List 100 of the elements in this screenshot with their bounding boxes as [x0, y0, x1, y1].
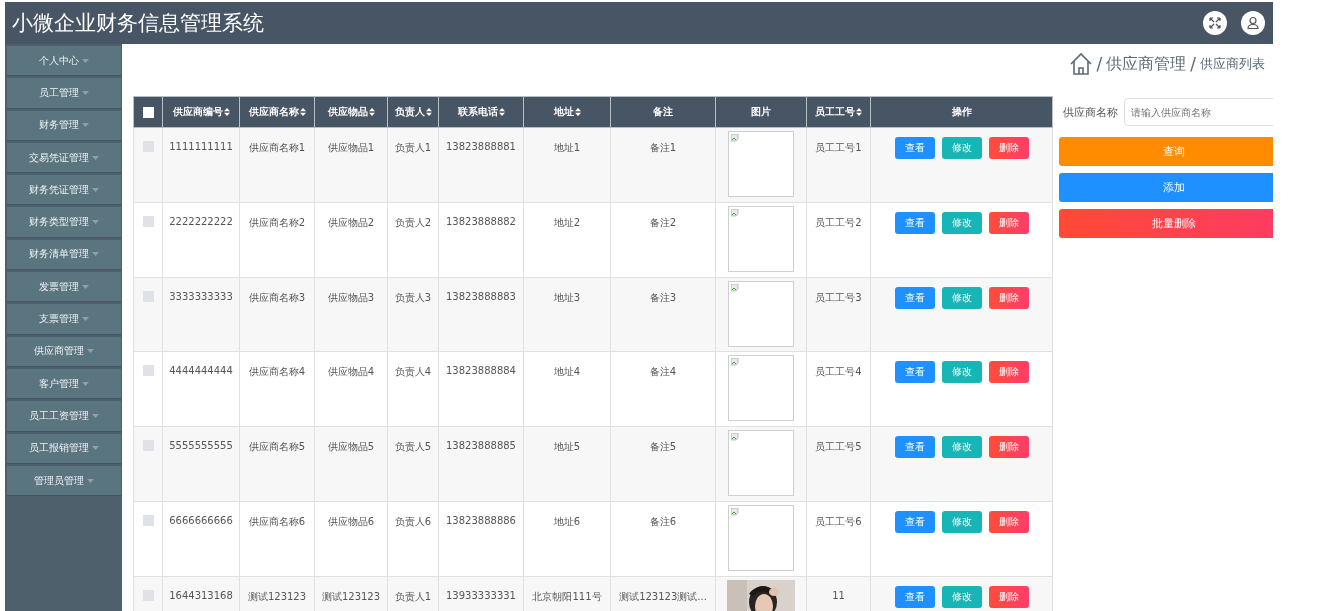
view-button[interactable]: 查看 — [894, 361, 935, 384]
edit-button[interactable]: 修改 — [941, 511, 982, 533]
search-label: 供应商名称 — [1063, 104, 1118, 120]
view-button[interactable]: 查看 — [894, 585, 935, 608]
checkbox[interactable] — [142, 440, 154, 452]
caret-icon — [82, 58, 89, 63]
table-cell: 供应商名称1 — [248, 142, 306, 153]
sidebar-item[interactable]: 员工管理 — [7, 78, 121, 109]
table-cell: 地址1 — [553, 142, 581, 153]
sort-icon[interactable] — [574, 107, 581, 116]
column-header[interactable]: 联系电话 — [438, 96, 524, 128]
view-button[interactable]: 查看 — [894, 211, 935, 234]
column-header[interactable]: 备注 — [610, 96, 716, 128]
column-header[interactable]: 图片 — [715, 96, 807, 128]
add-button[interactable]: 添加 — [1059, 173, 1273, 202]
sidebar-item[interactable]: 管理员管理 — [7, 465, 121, 497]
breadcrumb-separator: / — [1096, 54, 1103, 74]
checkbox[interactable] — [142, 589, 154, 601]
sidebar-item[interactable]: 员工报销管理 — [7, 433, 121, 464]
view-button[interactable]: 查看 — [894, 286, 935, 309]
checkbox[interactable] — [142, 107, 154, 118]
table-cell: 员工工号4 — [815, 366, 862, 378]
table-cell: 3333333333 — [169, 290, 233, 302]
column-header[interactable]: 供应物品 — [314, 96, 388, 128]
view-button[interactable]: 查看 — [894, 511, 935, 533]
sidebar-item[interactable]: 供应商管理 — [7, 336, 121, 367]
column-header[interactable]: 供应商编号 — [162, 96, 240, 128]
table-cell: 13933333331 — [446, 589, 516, 601]
column-header[interactable]: 负责人 — [387, 96, 439, 128]
sort-icon[interactable] — [856, 107, 862, 116]
edit-button[interactable]: 修改 — [941, 436, 982, 459]
fullscreen-icon[interactable] — [1203, 11, 1227, 35]
sidebar-item[interactable]: 个人中心 — [7, 46, 121, 77]
home-icon[interactable] — [1068, 52, 1093, 76]
sidebar-item[interactable]: 支票管理 — [7, 304, 121, 335]
sidebar-item[interactable]: 财务清单管理 — [7, 239, 121, 271]
table-cell: 5555555555 — [169, 440, 233, 452]
delete-button[interactable]: 删除 — [988, 211, 1029, 234]
delete-button[interactable]: 删除 — [988, 585, 1029, 608]
table-cell: 备注3 — [649, 291, 677, 303]
table-cell: 地址4 — [553, 366, 581, 378]
search-field[interactable]: 请输入供应商名称 — [1124, 98, 1273, 126]
column-header[interactable]: 员工工号 — [806, 96, 871, 128]
sort-icon[interactable] — [425, 107, 432, 116]
edit-button[interactable]: 修改 — [941, 286, 982, 309]
delete-button[interactable]: 删除 — [988, 137, 1029, 159]
view-button[interactable]: 查看 — [894, 137, 935, 159]
sidebar-item[interactable]: 客户管理 — [7, 368, 121, 400]
delete-button[interactable]: 删除 — [988, 361, 1029, 384]
edit-button[interactable]: 修改 — [941, 585, 982, 608]
table-cell: 供应物品2 — [327, 216, 375, 228]
broken-image — [728, 205, 794, 272]
delete-button[interactable]: 删除 — [988, 286, 1029, 309]
broken-image — [728, 430, 794, 497]
table-cell: 员工工号2 — [815, 216, 862, 228]
breadcrumb-item[interactable]: 供应商列表 — [1200, 55, 1265, 73]
table-cell: 供应商名称5 — [248, 441, 306, 453]
breadcrumb-item[interactable]: 供应商管理 — [1106, 53, 1187, 75]
checkbox[interactable] — [142, 365, 154, 377]
edit-button[interactable]: 修改 — [941, 211, 982, 234]
sidebar-item[interactable]: 交易凭证管理 — [7, 142, 121, 174]
sidebar-item[interactable]: 财务类型管理 — [7, 207, 121, 238]
broken-image — [728, 355, 794, 422]
sidebar-item[interactable]: 员工工资管理 — [7, 401, 121, 432]
checkbox[interactable] — [142, 515, 154, 526]
caret-icon — [92, 220, 99, 225]
table-cell: 负责人4 — [394, 366, 432, 378]
table-cell: 1644313168 — [169, 589, 233, 601]
sort-icon[interactable] — [498, 107, 505, 116]
table-cell: 北京朝阳111号 — [532, 590, 602, 602]
sidebar-item[interactable]: 财务管理 — [7, 110, 121, 141]
table-cell: 4444444444 — [169, 365, 233, 377]
delete-button[interactable]: 删除 — [988, 436, 1029, 459]
caret-icon — [87, 349, 94, 354]
column-header[interactable]: 供应商名称 — [239, 96, 315, 128]
table-cell: 员工工号6 — [815, 516, 862, 527]
edit-button[interactable]: 修改 — [941, 137, 982, 159]
column-header[interactable]: 地址 — [523, 96, 611, 128]
table-cell: 供应物品1 — [327, 142, 375, 153]
breadcrumb-separator: / — [1190, 54, 1196, 74]
checkbox[interactable] — [142, 290, 154, 302]
table-cell: 地址3 — [553, 291, 581, 303]
column-header[interactable]: 操作 — [870, 96, 1053, 128]
sort-icon[interactable] — [368, 107, 375, 116]
caret-icon — [82, 381, 89, 386]
user-icon[interactable] — [1241, 11, 1265, 35]
checkbox[interactable] — [142, 215, 154, 227]
caret-icon — [82, 284, 89, 289]
table-cell: 1111111111 — [169, 141, 233, 152]
sidebar-item[interactable]: 发票管理 — [7, 272, 121, 303]
sort-icon[interactable] — [223, 107, 230, 116]
edit-button[interactable]: 修改 — [941, 361, 982, 384]
table-cell: 负责人5 — [394, 441, 432, 453]
table-cell: 11 — [832, 589, 845, 601]
delete-button[interactable]: 批量删除 — [1059, 209, 1273, 238]
sort-icon[interactable] — [299, 107, 306, 116]
checkbox[interactable] — [142, 141, 154, 152]
sidebar-item[interactable]: 财务凭证管理 — [7, 175, 121, 206]
delete-button[interactable]: 删除 — [988, 511, 1029, 533]
view-button[interactable]: 查看 — [894, 436, 935, 459]
